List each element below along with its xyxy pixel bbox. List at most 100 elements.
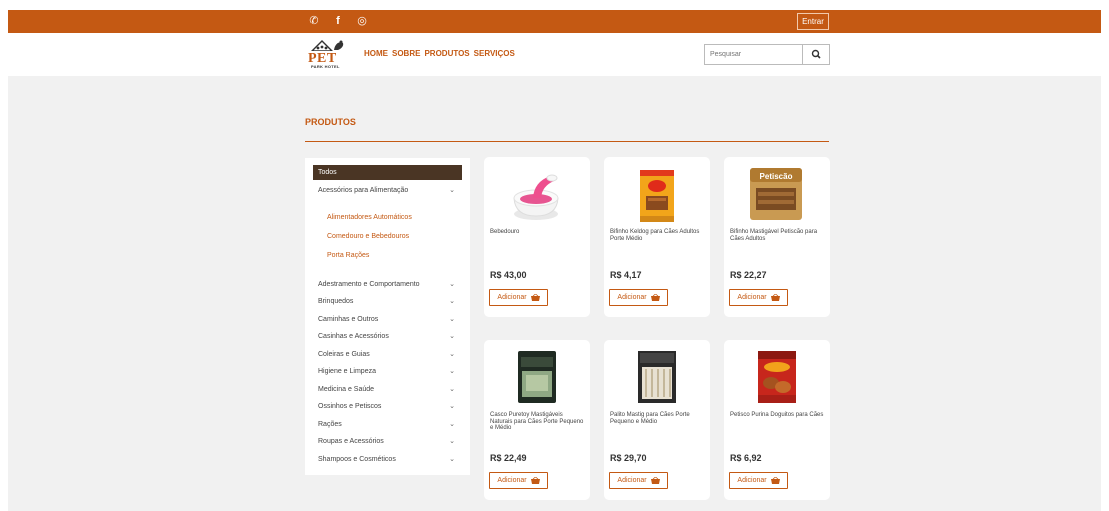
basket-icon <box>650 294 660 301</box>
product-image: Petiscão <box>750 168 802 220</box>
product-card: Petisco Purina Doguitos para Cães R$ 6,9… <box>724 340 830 500</box>
category-label: Adestramento e Comportamento <box>318 281 420 288</box>
category-label: Higiene e Limpeza <box>318 368 376 375</box>
add-to-cart-button[interactable]: Adicionar <box>609 472 668 489</box>
paw-logo-icon <box>311 40 344 51</box>
category-sidebar: Todos Acessórios para Alimentação ⌄ Alim… <box>305 158 470 475</box>
category-label: Acessórios para Alimentação <box>318 187 409 194</box>
category-item-expanded[interactable]: Acessórios para Alimentação ⌄ <box>318 185 455 197</box>
add-to-cart-button[interactable]: Adicionar <box>729 472 788 489</box>
product-image <box>513 174 559 220</box>
login-button[interactable]: Entrar <box>797 13 829 30</box>
product-name[interactable]: Bifinho Keldog para Cães Adultos Porte M… <box>610 229 706 242</box>
category-label: Ossinhos e Petiscos <box>318 403 382 410</box>
add-label: Adicionar <box>617 294 647 301</box>
header: PET PARK HOTEL HOME SOBRE PRODUTOS SERVI… <box>8 33 1101 76</box>
product-card: Bebedouro R$ 43,00 Adicionar <box>484 157 590 317</box>
add-label: Adicionar <box>497 477 527 484</box>
add-to-cart-button[interactable]: Adicionar <box>609 289 668 306</box>
product-price: R$ 6,92 <box>730 453 762 463</box>
social-links: ✆ f ◎ <box>308 14 368 28</box>
product-name[interactable]: Bifinho Mastigável Petiscão para Cães Ad… <box>730 229 826 242</box>
add-label: Adicionar <box>617 477 647 484</box>
search-icon <box>811 49 821 59</box>
chevron-down-icon: ⌄ <box>449 281 455 288</box>
page-frame: ✆ f ◎ Entrar PET PARK HOTEL HOME SOBRE P… <box>8 10 1101 511</box>
subcategory-item[interactable]: Comedouro e Bebedouros <box>327 231 409 243</box>
basket-icon <box>530 294 540 301</box>
chevron-down-icon: ⌄ <box>449 187 455 194</box>
category-item[interactable]: Coleiras e Guias ⌄ <box>318 349 455 361</box>
product-card: Palito Mastig para Cães Porte Pequeno e … <box>604 340 710 500</box>
category-item[interactable]: Caminhas e Outros ⌄ <box>318 314 455 326</box>
basket-icon <box>530 477 540 484</box>
product-image <box>758 351 796 403</box>
product-name[interactable]: Palito Mastig para Cães Porte Pequeno e … <box>610 412 706 425</box>
product-card: Bifinho Keldog para Cães Adultos Porte M… <box>604 157 710 317</box>
whatsapp-icon[interactable]: ✆ <box>308 14 320 28</box>
chevron-down-icon: ⌄ <box>449 316 455 323</box>
nav-produtos[interactable]: PRODUTOS <box>424 49 469 58</box>
add-label: Adicionar <box>497 294 527 301</box>
search-input[interactable] <box>705 45 803 64</box>
product-image <box>640 170 674 222</box>
category-item[interactable]: Casinhas e Acessórios ⌄ <box>318 331 455 343</box>
category-label: Brinquedos <box>318 298 354 305</box>
product-image <box>638 351 676 403</box>
category-item[interactable]: Shampoos e Cosméticos ⌄ <box>318 454 455 466</box>
basket-icon <box>770 294 780 301</box>
basket-icon <box>650 477 660 484</box>
product-name[interactable]: Bebedouro <box>490 229 586 236</box>
category-label: Caminhas e Outros <box>318 316 379 323</box>
chevron-down-icon: ⌄ <box>449 456 455 463</box>
chevron-down-icon: ⌄ <box>449 351 455 358</box>
nav-servicos[interactable]: SERVIÇOS <box>474 49 515 58</box>
chevron-down-icon: ⌄ <box>449 403 455 410</box>
page-title: PRODUTOS <box>305 117 356 127</box>
product-price: R$ 22,27 <box>730 270 767 280</box>
category-label: Shampoos e Cosméticos <box>318 456 396 463</box>
title-divider <box>305 141 829 142</box>
product-image <box>518 351 556 403</box>
chevron-down-icon: ⌄ <box>449 298 455 305</box>
product-name[interactable]: Casco Puretoy Mastigáveis Naturais para … <box>490 412 586 432</box>
subcategory-item[interactable]: Porta Rações <box>327 250 369 262</box>
product-name[interactable]: Petisco Purina Doguitos para Cães <box>730 412 826 419</box>
nav-sobre[interactable]: SOBRE <box>392 49 420 58</box>
product-card: Casco Puretoy Mastigáveis Naturais para … <box>484 340 590 500</box>
chevron-down-icon: ⌄ <box>449 368 455 375</box>
subcategory-item[interactable]: Alimentadores Automáticos <box>327 212 412 224</box>
facebook-icon[interactable]: f <box>332 14 344 28</box>
chevron-down-icon: ⌄ <box>449 386 455 393</box>
search-button[interactable] <box>802 45 829 64</box>
category-label: Roupas e Acessórios <box>318 438 384 445</box>
add-label: Adicionar <box>737 477 767 484</box>
chevron-down-icon: ⌄ <box>449 333 455 340</box>
category-item[interactable]: Brinquedos ⌄ <box>318 296 455 308</box>
category-item[interactable]: Medicina e Saúde ⌄ <box>318 384 455 396</box>
category-all[interactable]: Todos <box>313 165 462 180</box>
add-to-cart-button[interactable]: Adicionar <box>489 472 548 489</box>
logo[interactable]: PET PARK HOTEL <box>306 39 350 71</box>
category-label: Medicina e Saúde <box>318 386 375 393</box>
category-label: Casinhas e Acessórios <box>318 333 389 340</box>
add-to-cart-button[interactable]: Adicionar <box>489 289 548 306</box>
category-item[interactable]: Adestramento e Comportamento ⌄ <box>318 279 455 291</box>
category-item[interactable]: Higiene e Limpeza ⌄ <box>318 366 455 378</box>
top-bar: ✆ f ◎ Entrar <box>8 10 1101 33</box>
category-label: Coleiras e Guias <box>318 351 370 358</box>
product-card: Petiscão Bifinho Mastigável Petiscão par… <box>724 157 830 317</box>
category-item[interactable]: Rações ⌄ <box>318 419 455 431</box>
logo-subtext: PARK HOTEL <box>311 64 340 69</box>
product-price: R$ 22,49 <box>490 453 527 463</box>
main-nav: HOME SOBRE PRODUTOS SERVIÇOS <box>364 49 515 58</box>
instagram-icon[interactable]: ◎ <box>356 14 368 28</box>
product-price: R$ 4,17 <box>610 270 642 280</box>
category-item[interactable]: Ossinhos e Petiscos ⌄ <box>318 401 455 413</box>
add-to-cart-button[interactable]: Adicionar <box>729 289 788 306</box>
product-price: R$ 43,00 <box>490 270 527 280</box>
add-label: Adicionar <box>737 294 767 301</box>
category-item[interactable]: Roupas e Acessórios ⌄ <box>318 436 455 448</box>
nav-home[interactable]: HOME <box>364 49 388 58</box>
category-label: Rações <box>318 421 342 428</box>
